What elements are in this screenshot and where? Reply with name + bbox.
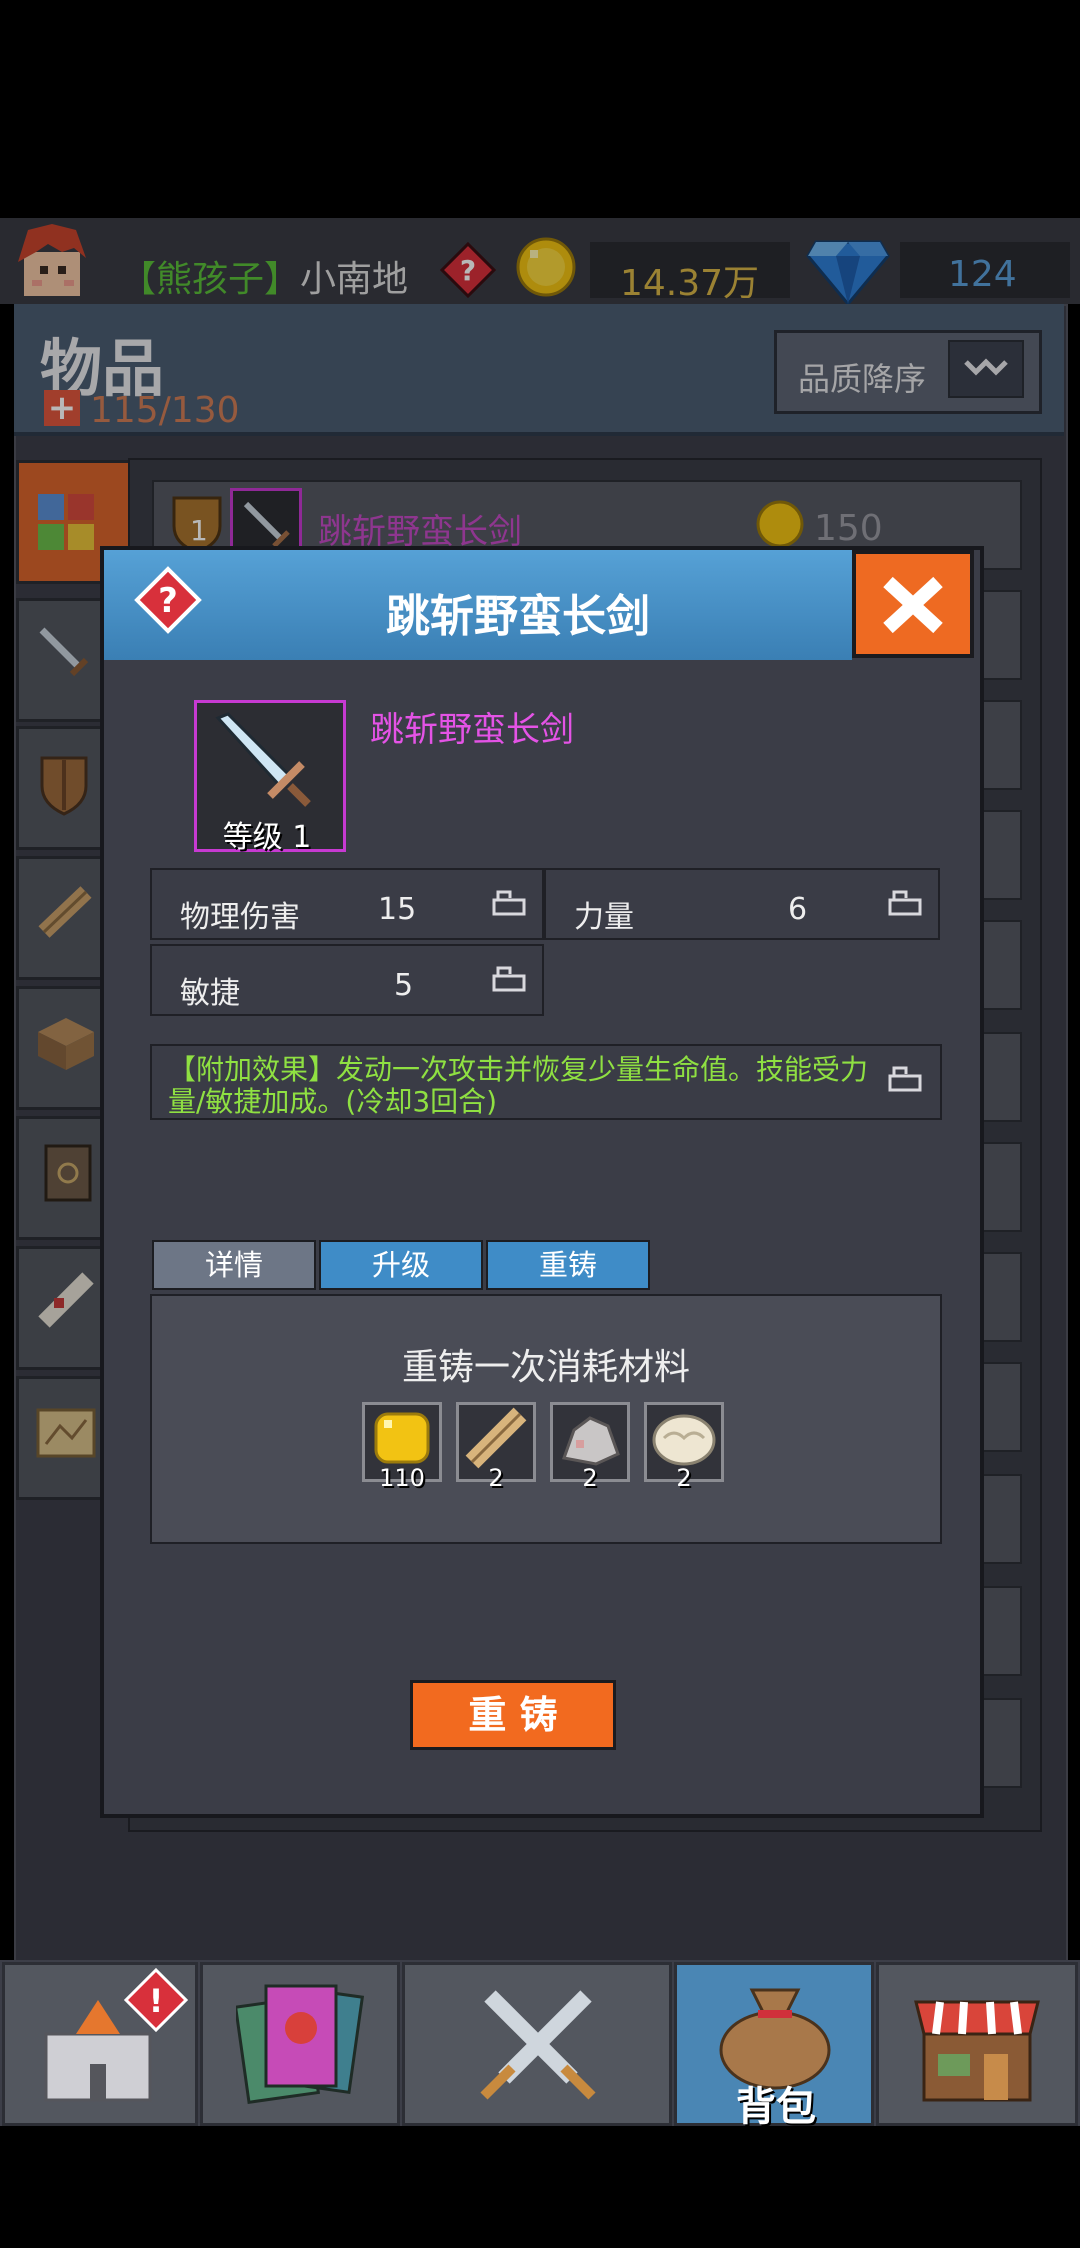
stat-value: 15 [378, 892, 417, 927]
wood-log-icon [465, 1407, 527, 1469]
crossed-swords-icon [480, 1990, 596, 2100]
shop-icon [914, 2000, 1040, 2102]
dialog-title: 跳斩野蛮长剑 [386, 591, 650, 642]
tab-reforge[interactable]: 重铸 [486, 1240, 650, 1290]
reforge-panel [150, 1294, 942, 1544]
cards-icon [236, 1984, 365, 2104]
material-count: 2 [676, 1464, 692, 1492]
svg-text:!: ! [149, 1982, 164, 2020]
material-count: 2 [488, 1464, 504, 1492]
stone-ore-icon [561, 1416, 620, 1466]
item-level: 等级 1 [222, 820, 312, 855]
lock-icon[interactable] [888, 1062, 922, 1092]
stat-label: 力量 [574, 900, 634, 935]
material-count: 110 [379, 1464, 425, 1492]
lock-icon[interactable] [492, 962, 526, 992]
alert-icon: ! [124, 1968, 188, 2032]
sword-icon [215, 712, 311, 807]
lock-icon[interactable] [492, 886, 526, 916]
stat-label: 敏捷 [180, 976, 240, 1011]
tab-details[interactable]: 详情 [152, 1240, 316, 1290]
reforge-button[interactable]: 重 铸 [410, 1680, 616, 1750]
nav-bag-label: 背包 [736, 2084, 816, 2130]
reforge-title: 重铸一次消耗材料 [401, 1347, 690, 1388]
close-button[interactable] [852, 550, 974, 658]
gold-coin-icon [374, 1412, 430, 1464]
effect-text: 【附加效果】发动一次攻击并恢复少量生命值。技能受力量/敏捷加成。(冷却3回合) [168, 1053, 869, 1118]
material-count: 2 [582, 1464, 598, 1492]
tab-upgrade[interactable]: 升级 [319, 1240, 483, 1290]
stat-label: 物理伤害 [180, 900, 300, 935]
item-name: 跳斩野蛮长剑 [370, 710, 574, 750]
stat-value: 5 [394, 968, 414, 1003]
lock-icon[interactable] [888, 886, 922, 916]
wool-icon [652, 1414, 716, 1466]
stat-value: 6 [788, 892, 808, 927]
close-icon [883, 576, 943, 634]
